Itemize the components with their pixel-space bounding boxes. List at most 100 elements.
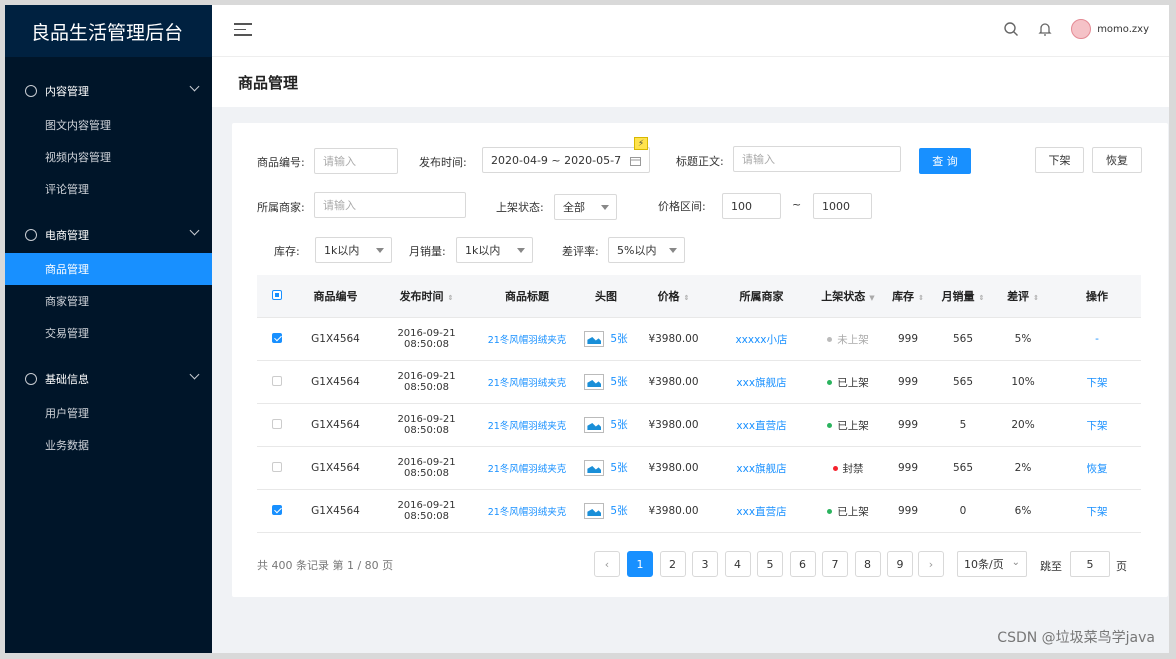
product-title-link[interactable]: 21冬风帽羽绒夹克 [488, 378, 567, 389]
product-title-link[interactable]: 21冬风帽羽绒夹克 [488, 335, 567, 346]
bell-icon[interactable] [1037, 21, 1053, 37]
row-checkbox[interactable] [272, 461, 282, 472]
price-max-input[interactable]: 1000 [813, 193, 872, 219]
select-all-checkbox[interactable] [272, 289, 282, 300]
page-button[interactable]: 1 [627, 551, 653, 577]
action-link[interactable]: 下架 [1087, 377, 1108, 389]
product-title-link[interactable]: 21冬风帽羽绒夹克 [488, 507, 567, 518]
publish-time: 2016-09-21 08:50:08 [397, 371, 456, 393]
search-icon[interactable] [1003, 21, 1019, 37]
page-size-select[interactable]: 10条/页 ⌄ [957, 551, 1027, 577]
thumbnail[interactable]: 5张 [610, 376, 627, 388]
sort-icon[interactable]: ⇕ [979, 295, 985, 302]
page-button[interactable]: 6 [789, 551, 816, 577]
page-button[interactable]: 8 [854, 551, 881, 577]
merchant-link[interactable]: xxx直营店 [736, 506, 786, 518]
publish-time: 2016-09-21 08:50:08 [397, 500, 456, 522]
row-checkbox[interactable] [272, 504, 282, 515]
page-button[interactable]: 4 [724, 551, 751, 577]
sort-icon[interactable]: ⇕ [684, 295, 690, 302]
sidebar-item[interactable]: 视频内容管理 [5, 141, 212, 173]
page-button[interactable]: 3 [692, 551, 718, 577]
page-button[interactable]: 7 [822, 551, 848, 577]
thumbnail[interactable]: 5张 [610, 462, 627, 474]
sidebar-item[interactable]: 用户管理 [5, 397, 212, 429]
next-page-button[interactable]: › [918, 551, 944, 577]
column-header: 商品编号 [297, 288, 374, 304]
query-button[interactable]: 查 询 [919, 148, 971, 174]
page-button[interactable]: 2 [659, 551, 686, 577]
status-select[interactable]: 全部 [554, 194, 617, 220]
take-down-button[interactable]: 下架 [1035, 147, 1084, 173]
bad-rate: 6% [1014, 505, 1032, 517]
menu-group-icon [25, 85, 37, 97]
sort-icon[interactable]: ⇕ [1033, 295, 1039, 302]
page-title: 商品管理 [212, 57, 1169, 107]
sidebar-item[interactable]: 评论管理 [5, 173, 212, 205]
merchant-link[interactable]: xxx旗舰店 [736, 377, 786, 389]
sidebar-group-label: 电商管理 [45, 229, 89, 242]
sidebar-menu: 内容管理 图文内容管理 视频内容管理 评论管理电商管理商品管理 商家管理 交易管理基础信息… [5, 57, 212, 473]
price-min-input[interactable]: 100 [722, 193, 781, 219]
publish-time: 2016-09-21 08:50:08 [397, 328, 456, 350]
row-checkbox[interactable] [272, 375, 282, 386]
title-input[interactable]: 请输入 [733, 146, 901, 172]
row-checkbox[interactable] [272, 418, 282, 429]
merchant-link[interactable]: xxx直营店 [736, 420, 786, 432]
jump-input[interactable]: 5 [1070, 551, 1110, 577]
status-cell: 已上架 [813, 375, 883, 390]
sales-select[interactable]: 1k以内 [456, 237, 533, 263]
product-title-link-cell: 21冬风帽羽绒夹克 [479, 461, 575, 475]
product-title-link[interactable]: 21冬风帽羽绒夹克 [488, 421, 567, 432]
row-checkbox[interactable] [272, 332, 282, 343]
sidebar-group[interactable]: 内容管理 [5, 73, 212, 109]
sidebar-item[interactable]: 业务数据 [5, 429, 212, 461]
table-body: G1X4564 2016-09-21 08:50:08 21冬风帽羽绒夹克 5张 ¥39… [257, 318, 1141, 533]
status-cell: 已上架 [813, 504, 883, 519]
monthly-sales: 565 [952, 462, 974, 474]
sidebar-group[interactable]: 基础信息 [5, 361, 212, 397]
date-range-picker[interactable]: 2020-04-9 ~ 2020-05-7 [482, 147, 650, 173]
product-title-link[interactable]: 21冬风帽羽绒夹克 [488, 464, 567, 475]
app-window: 良品生活管理后台 内容管理 图文内容管理 视频内容管理 评论管理 电商管理 商品管理 商家管… [5, 5, 1169, 653]
merchant-link[interactable]: xxx旗舰店 [736, 463, 786, 475]
thumbnail[interactable]: 5张 [610, 419, 627, 431]
sidebar-item[interactable]: 商家管理 [5, 285, 212, 317]
sidebar-item[interactable]: 图文内容管理 [5, 109, 212, 141]
prev-page-button[interactable]: ‹ [594, 551, 620, 577]
merchant-link-cell: xxx直营店 [710, 418, 813, 433]
bad-rate-select[interactable]: 5%以内 [608, 237, 685, 263]
sidebar-item[interactable]: 商品管理 [5, 253, 212, 285]
status: 封禁 [842, 462, 864, 475]
page-button[interactable]: 5 [757, 551, 783, 577]
column-header-label: 差评 [1007, 290, 1030, 303]
merchant-input[interactable]: 请输入 [314, 192, 466, 218]
sort-icon[interactable]: ⇕ [918, 295, 924, 302]
restore-button[interactable]: 恢复 [1092, 147, 1142, 173]
action-link[interactable]: 恢复 [1087, 463, 1108, 475]
thumbnail-cell: 5张 [575, 460, 637, 476]
sort-icon[interactable]: ⇕ [448, 295, 454, 302]
stock-select[interactable]: 1k以内 [315, 237, 392, 263]
action-link[interactable]: 下架 [1087, 506, 1108, 518]
sidebar-item[interactable]: 交易管理 [5, 317, 212, 349]
sort-icon[interactable]: ▼ [869, 295, 874, 302]
page-button[interactable]: 9 [887, 551, 913, 577]
menu-group-icon [25, 373, 37, 385]
top-header: momo.zxy [212, 5, 1169, 57]
thumbnail[interactable]: 5张 [610, 333, 627, 345]
action-link[interactable]: 下架 [1087, 420, 1108, 432]
header-checkbox-cell [257, 289, 297, 303]
sidebar-group[interactable]: 电商管理 [5, 217, 212, 253]
status-label: 上架状态: [496, 201, 544, 214]
thumbnail[interactable]: 5张 [610, 505, 627, 517]
product-code: G1X4564 [311, 376, 360, 388]
action-link[interactable]: - [1095, 333, 1099, 345]
monthly-sales: 0 [959, 505, 967, 517]
user-menu[interactable]: momo.zxy [1071, 19, 1149, 39]
menu-fold-icon[interactable] [234, 23, 252, 37]
status-dot-icon [832, 466, 838, 471]
code-input[interactable]: 请输入 [314, 148, 398, 174]
merchant-link[interactable]: xxxxx小店 [735, 334, 787, 346]
thumbnail-cell: 5张 [575, 374, 637, 390]
